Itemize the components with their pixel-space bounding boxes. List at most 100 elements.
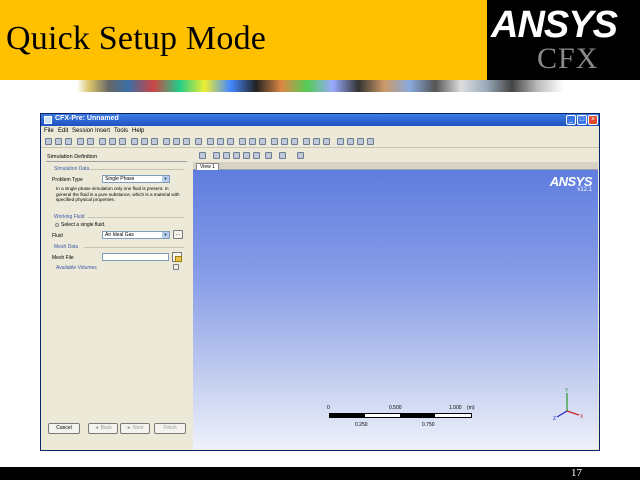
mesh-adaption-icon[interactable] (291, 138, 298, 145)
logo-ansys-text: ANSYS (491, 4, 618, 46)
undo-icon[interactable] (99, 138, 106, 145)
refresh-icon[interactable] (119, 138, 126, 145)
write-solver-file-icon[interactable] (313, 138, 320, 145)
chevron-down-icon: ▼ (162, 232, 169, 238)
panel-title: Simulation Definition (47, 154, 98, 160)
domain-icon[interactable] (131, 138, 138, 145)
working-fluid-section-label: Working Fluid (54, 214, 85, 220)
back-label: Back (100, 425, 112, 431)
menu-help[interactable]: Help (132, 128, 144, 134)
panel-divider (46, 161, 187, 162)
cancel-button[interactable]: Cancel (48, 423, 80, 434)
scale-label-0: 0 (327, 405, 330, 411)
menu-edit[interactable]: Edit (58, 128, 68, 134)
ansys-cfx-logo: ANSYS CFX (487, 0, 640, 80)
probe-icon[interactable] (265, 152, 272, 159)
menu-session[interactable]: Session (72, 128, 93, 134)
folder-open-icon[interactable] (172, 252, 182, 262)
zoom-icon[interactable] (233, 152, 240, 159)
interface-icon[interactable] (173, 138, 180, 145)
section-rule (88, 217, 184, 218)
slide-footer: 17 (0, 467, 640, 480)
solver-control-icon[interactable] (195, 138, 202, 145)
minimize-button[interactable]: _ (566, 115, 576, 125)
redo-icon[interactable] (109, 138, 116, 145)
import-mesh-icon[interactable] (77, 138, 84, 145)
expression-icon[interactable] (239, 138, 246, 145)
next-label: Next (133, 425, 144, 431)
output-control-icon[interactable] (207, 138, 214, 145)
fluid-browse-button[interactable]: ... (173, 230, 183, 239)
mesh-file-input[interactable] (102, 253, 169, 261)
boundary-icon[interactable] (141, 138, 148, 145)
pan-icon[interactable] (223, 152, 230, 159)
slide-title: Quick Setup Mode (6, 20, 267, 57)
save-case-icon[interactable] (65, 138, 72, 145)
zoom-box-icon[interactable] (243, 152, 250, 159)
menu-insert[interactable]: Insert (95, 128, 110, 134)
cfx-pre-window: CFX-Pre: Unnamed _ □ × File Edit Session… (40, 113, 600, 451)
simulation-data-section-label: Simulation Data (54, 166, 90, 172)
delete-icon[interactable] (357, 138, 364, 145)
run-solver-icon[interactable] (323, 138, 330, 145)
menu-file[interactable]: File (44, 128, 54, 134)
material-icon[interactable] (217, 138, 224, 145)
volumes-toggle-button[interactable] (173, 264, 179, 270)
zoom-fit-icon[interactable] (253, 152, 260, 159)
select-icon[interactable] (199, 152, 206, 159)
viewer-toolbar (193, 150, 598, 162)
view-settings-icon[interactable] (297, 152, 304, 159)
define-run-icon[interactable] (303, 138, 310, 145)
new-case-icon[interactable] (45, 138, 52, 145)
back-button[interactable]: ◄ Back (88, 423, 118, 434)
3d-viewer[interactable]: ANSYS v12.1 0 0.500 1.000 (m) 0.250 0.75… (193, 170, 598, 449)
coordinate-frame-icon[interactable] (281, 138, 288, 145)
slide-header: Quick Setup Mode ANSYS CFX (0, 0, 640, 80)
next-button[interactable]: ► Next (120, 423, 150, 434)
info-line-1: In a single phase simulation only one fl… (56, 186, 169, 191)
logo-cfx-text: CFX (537, 42, 599, 75)
copy-icon[interactable] (337, 138, 344, 145)
axis-x-label: X (580, 414, 584, 420)
rotate-icon[interactable] (213, 152, 220, 159)
find-icon[interactable] (367, 138, 374, 145)
finish-button[interactable]: Finish (154, 423, 186, 434)
window-titlebar: CFX-Pre: Unnamed _ □ × (41, 114, 599, 126)
export-icon[interactable] (87, 138, 94, 145)
paste-icon[interactable] (347, 138, 354, 145)
fluid-label: Fluid (52, 233, 63, 239)
menu-tools[interactable]: Tools (114, 128, 128, 134)
scale-label-1000: 1.000 (449, 405, 462, 411)
fluid-value: Air Ideal Gas (105, 232, 134, 238)
close-button[interactable]: × (588, 115, 598, 125)
additional-variable-icon[interactable] (271, 138, 278, 145)
problem-type-value: Single Phase (105, 176, 135, 182)
source-point-icon[interactable] (163, 138, 170, 145)
subdomain-icon[interactable] (151, 138, 158, 145)
info-line-3: specified physical properties. (56, 197, 115, 202)
decorative-banner-strip (0, 80, 640, 92)
axis-z-label: Z (553, 416, 556, 421)
user-routine-icon[interactable] (259, 138, 266, 145)
simulation-definition-panel: Simulation Definition Simulation Data Pr… (44, 151, 190, 449)
view-layout-icon[interactable] (279, 152, 286, 159)
chevron-down-icon: ▼ (162, 176, 169, 182)
maximize-button[interactable]: □ (577, 115, 587, 125)
main-toolbar (41, 136, 599, 148)
open-case-icon[interactable] (55, 138, 62, 145)
mesh-file-label: Mesh File (52, 255, 74, 261)
scale-segment (330, 414, 365, 417)
section-rule (84, 247, 184, 248)
select-fluid-text: Select a single fluid. (55, 222, 105, 228)
section-rule (90, 169, 184, 170)
reaction-icon[interactable] (227, 138, 234, 145)
problem-type-select[interactable]: Single Phase ▼ (102, 175, 170, 183)
select-fluid-label: Select a single fluid. (61, 222, 106, 228)
scale-label-0250: 0.250 (355, 422, 368, 428)
fluid-select[interactable]: Air Ideal Gas ▼ (102, 231, 170, 239)
viewer-version: v12.1 (577, 187, 592, 193)
initialization-icon[interactable] (183, 138, 190, 145)
user-function-icon[interactable] (249, 138, 256, 145)
scale-segment (400, 414, 435, 417)
app-icon (44, 116, 52, 124)
